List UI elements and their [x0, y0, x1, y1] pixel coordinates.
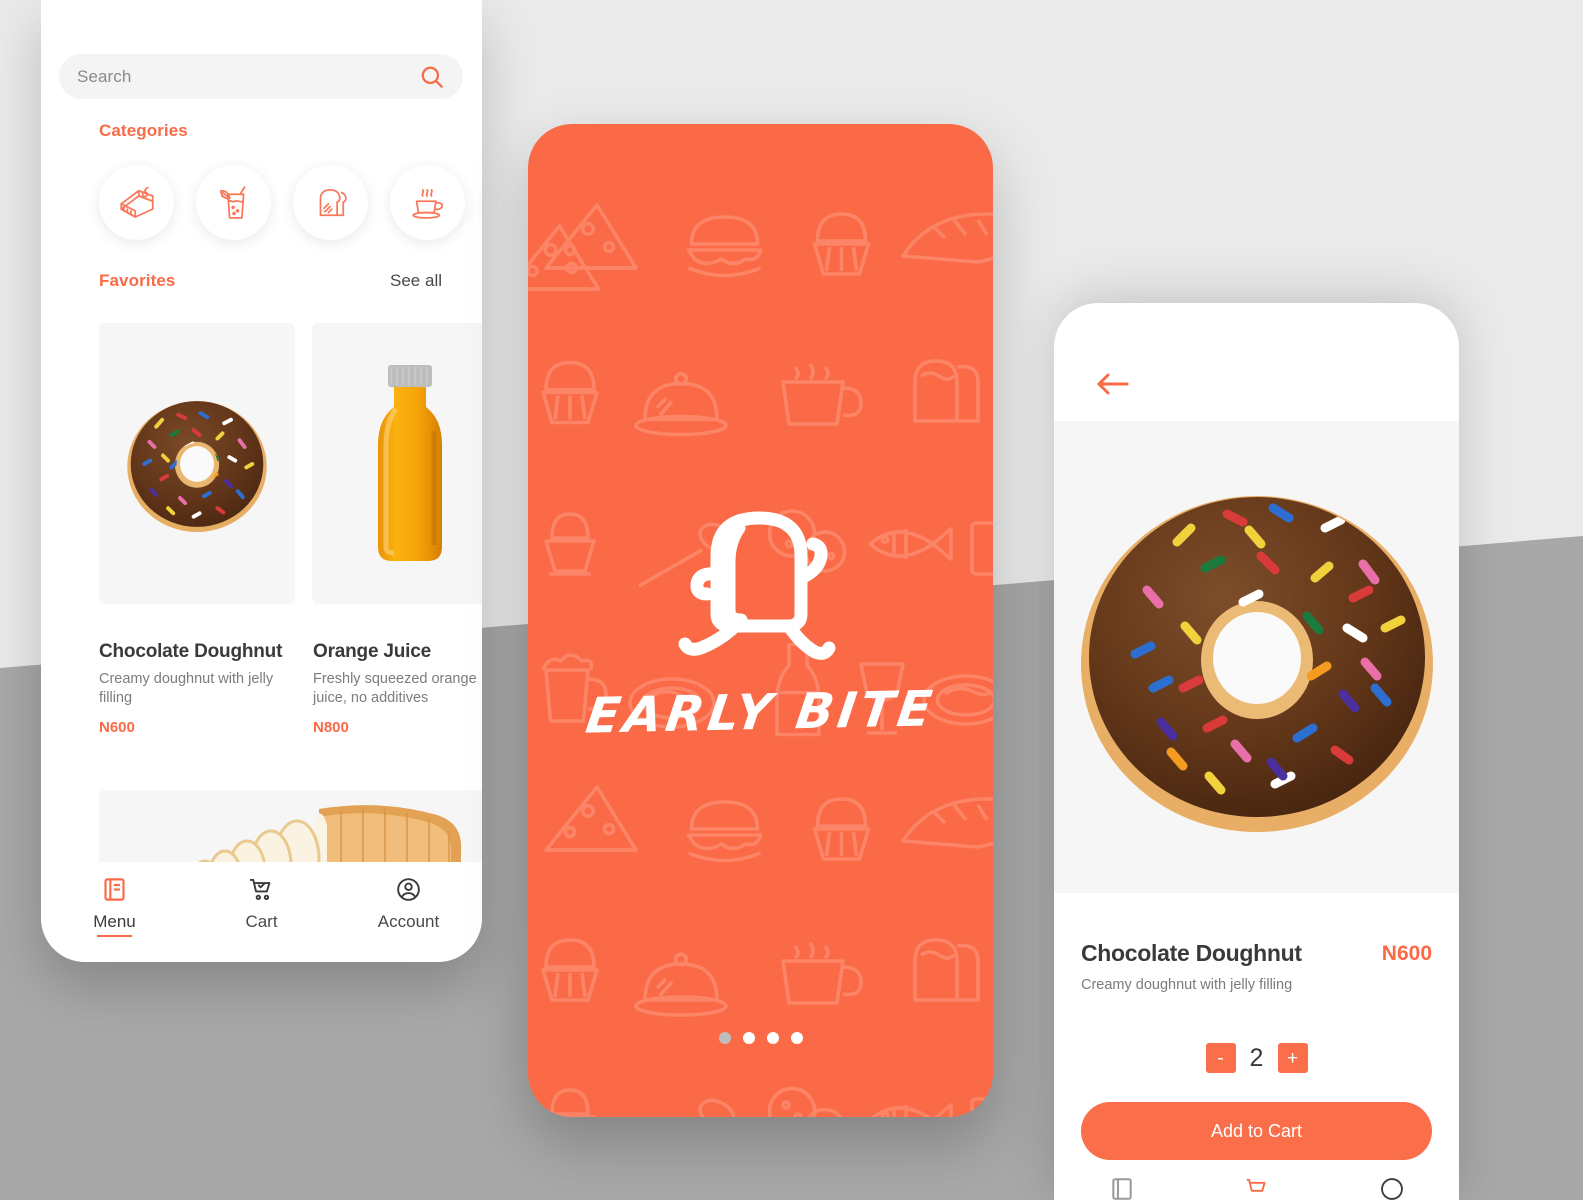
coffee-cup-icon: [411, 188, 443, 219]
favorite-description: Creamy doughnut with jelly filling: [99, 671, 274, 707]
shopping-cart-icon: [1246, 1178, 1266, 1192]
favorites-row: [99, 323, 482, 604]
pager-dot[interactable]: [718, 1032, 731, 1044]
phone-splash-screen: EARLY BITE: [528, 124, 993, 1117]
favorite-card-juice[interactable]: [312, 323, 482, 604]
nav-label: Cart: [245, 912, 278, 931]
search-icon[interactable]: [419, 64, 445, 90]
category-drinks[interactable]: [196, 165, 271, 240]
nav-label: Account: [377, 912, 440, 931]
shopping-cart-icon: [249, 878, 271, 901]
product-price: N600: [1381, 942, 1432, 965]
menu-book-icon: [1111, 1178, 1132, 1200]
pager-dot[interactable]: [766, 1032, 779, 1044]
category-coffee[interactable]: [390, 165, 465, 240]
brand-logo-block: EARLY BITE: [528, 498, 993, 745]
menu-scroll-area[interactable]: Search Categories Favorites See all Choc…: [41, 0, 482, 962]
favorite-price: N600: [99, 718, 135, 736]
juice-glass-icon: [219, 185, 245, 219]
search-placeholder: Search: [77, 66, 132, 86]
nav-item-account[interactable]: [1324, 1176, 1459, 1200]
favorite-description: Freshly squeezed orange juice, no additi…: [313, 671, 477, 707]
decrement-button[interactable]: -: [1205, 1043, 1236, 1073]
detail-content: Chocolate Doughnut N600 Creamy doughnut …: [1081, 303, 1432, 1200]
nav-item-cart[interactable]: Cart: [188, 876, 335, 932]
quantity-value: 2: [1249, 1043, 1264, 1072]
bread-slice-icon: [319, 188, 347, 216]
increment-button[interactable]: +: [1277, 1043, 1308, 1073]
favorite-name: Orange Juice: [313, 641, 431, 662]
running-bread-slice-logo: [678, 511, 835, 660]
quantity-stepper[interactable]: - 2 +: [1081, 1043, 1432, 1073]
nav-item-menu[interactable]: Menu: [41, 876, 188, 937]
bottom-navigation: Menu Cart Account: [41, 862, 482, 962]
pager-dot[interactable]: [790, 1032, 803, 1044]
brand-name: EARLY BITE: [582, 680, 939, 745]
favorite-name: Chocolate Doughnut: [99, 641, 283, 662]
account-circle-icon: [397, 878, 420, 901]
category-cake[interactable]: [99, 165, 174, 240]
cake-slice-icon: [119, 186, 154, 218]
favorite-meta-juice: Orange Juice Freshly squeezed orange jui…: [313, 641, 482, 736]
favorite-meta-doughnut: Chocolate Doughnut Creamy doughnut with …: [99, 641, 295, 736]
pager-dot[interactable]: [742, 1032, 755, 1044]
phone-menu-screen: Search Categories Favorites See all Choc…: [41, 0, 482, 962]
orange-juice-bottle-photo: [378, 364, 442, 561]
menu-book-icon: [104, 878, 125, 901]
nav-item-menu[interactable]: [1054, 1176, 1189, 1200]
product-description: Creamy doughnut with jelly filling: [1081, 977, 1293, 993]
category-bread[interactable]: [293, 165, 368, 240]
phone-detail-screen: Chocolate Doughnut N600 Creamy doughnut …: [1054, 303, 1459, 1200]
nav-item-cart[interactable]: [1189, 1176, 1324, 1200]
product-title: Chocolate Doughnut: [1081, 940, 1302, 966]
see-all-link[interactable]: See all: [390, 271, 442, 291]
favorite-price: N800: [313, 718, 349, 736]
categories-row[interactable]: [99, 165, 482, 240]
detail-bottom-navigation: [1054, 1162, 1459, 1200]
nav-item-account[interactable]: Account: [335, 876, 482, 932]
search-input[interactable]: Search: [59, 54, 463, 99]
categories-title: Categories: [99, 121, 188, 140]
add-to-cart-button[interactable]: Add to Cart: [1081, 1102, 1432, 1160]
account-circle-icon: [1380, 1178, 1403, 1200]
nav-label: Menu: [93, 912, 136, 937]
favorite-card-doughnut[interactable]: [99, 323, 295, 604]
chocolate-doughnut-photo: [127, 400, 267, 532]
favorites-title: Favorites: [99, 271, 176, 290]
pager-dots[interactable]: [528, 1032, 993, 1044]
